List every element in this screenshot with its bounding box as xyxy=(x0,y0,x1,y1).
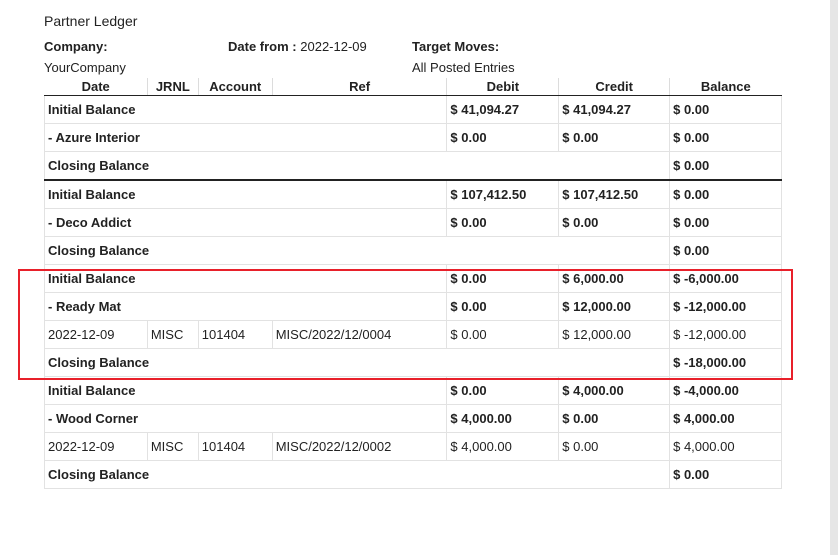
balance-cell: $ -4,000.00 xyxy=(669,376,782,405)
line-account: 101404 xyxy=(197,320,273,349)
closing-balance-row: Closing Balance $ 0.00 xyxy=(43,236,782,265)
line-balance: $ -12,000.00 xyxy=(669,320,782,349)
line-balance: $ 4,000.00 xyxy=(669,432,782,461)
credit-cell: $ 6,000.00 xyxy=(558,264,671,293)
date-from-value: 2022-12-09 xyxy=(300,39,367,54)
line-date: 2022-12-09 xyxy=(44,320,148,349)
debit-cell: $ 0.00 xyxy=(446,208,560,237)
debit-cell: $ 0.00 xyxy=(446,123,560,152)
balance-cell: $ 0.00 xyxy=(669,151,782,181)
initial-balance-row: Initial Balance $ 0.00 $ 4,000.00 $ -4,0… xyxy=(43,376,782,405)
partner-name: - Deco Addict xyxy=(43,208,448,237)
partner-row: - Azure Interior $ 0.00 $ 0.00 $ 0.00 xyxy=(43,123,782,152)
closing-balance-label: Closing Balance xyxy=(43,348,671,377)
initial-balance-label: Initial Balance xyxy=(43,376,448,405)
debit-cell: $ 0.00 xyxy=(446,264,560,293)
balance-cell: $ 0.00 xyxy=(669,123,782,152)
line-account: 101404 xyxy=(197,432,273,461)
balance-cell: $ -12,000.00 xyxy=(669,292,782,321)
column-header-debit: Debit xyxy=(446,78,559,96)
balance-cell: $ 0.00 xyxy=(669,179,782,209)
balance-cell: $ -6,000.00 xyxy=(669,264,782,293)
credit-cell: $ 0.00 xyxy=(558,123,671,152)
closing-balance-row: Closing Balance $ 0.00 xyxy=(43,151,782,181)
date-from: Date from : 2022-12-09 xyxy=(228,39,367,54)
debit-cell: $ 0.00 xyxy=(446,376,560,405)
line-ref: MISC/2022/12/0004 xyxy=(271,320,448,349)
date-from-label: Date from : xyxy=(228,39,297,54)
credit-cell: $ 41,094.27 xyxy=(558,95,671,124)
debit-cell: $ 0.00 xyxy=(446,292,560,321)
closing-balance-row: Closing Balance $ -18,000.00 xyxy=(43,348,782,377)
table-header-row: Date JRNL Account Ref Debit Credit Balan… xyxy=(44,78,782,96)
company-label: Company: xyxy=(44,39,108,54)
initial-balance-row: Initial Balance $ 0.00 $ 6,000.00 $ -6,0… xyxy=(43,264,782,293)
partner-row: - Deco Addict $ 0.00 $ 0.00 $ 0.00 xyxy=(43,208,782,237)
initial-balance-label: Initial Balance xyxy=(43,264,448,293)
line-date: 2022-12-09 xyxy=(44,432,148,461)
partner-ledger-table: Date JRNL Account Ref Debit Credit Balan… xyxy=(43,78,782,489)
scrollbar-track[interactable] xyxy=(830,0,838,555)
initial-balance-row: Initial Balance $ 41,094.27 $ 41,094.27 … xyxy=(43,95,782,124)
line-debit: $ 4,000.00 xyxy=(446,432,560,461)
report-page: Partner Ledger Company: YourCompany Date… xyxy=(0,0,826,555)
closing-balance-label: Closing Balance xyxy=(43,236,671,265)
line-credit: $ 12,000.00 xyxy=(558,320,671,349)
line-debit: $ 0.00 xyxy=(446,320,560,349)
credit-cell: $ 0.00 xyxy=(558,404,671,433)
initial-balance-label: Initial Balance xyxy=(43,95,448,124)
credit-cell: $ 107,412.50 xyxy=(558,179,671,209)
closing-balance-label: Closing Balance xyxy=(43,151,671,181)
company-value: YourCompany xyxy=(44,60,126,75)
credit-cell: $ 0.00 xyxy=(558,208,671,237)
balance-cell: $ -18,000.00 xyxy=(669,348,782,377)
partner-row: - Wood Corner $ 4,000.00 $ 0.00 $ 4,000.… xyxy=(43,404,782,433)
line-journal: MISC xyxy=(146,320,199,349)
credit-cell: $ 12,000.00 xyxy=(558,292,671,321)
balance-cell: $ 0.00 xyxy=(669,95,782,124)
target-moves-value: All Posted Entries xyxy=(412,60,515,75)
credit-cell: $ 4,000.00 xyxy=(558,376,671,405)
partner-name: - Azure Interior xyxy=(43,123,448,152)
move-line-row: 2022-12-09 MISC 101404 MISC/2022/12/0002… xyxy=(44,432,782,461)
column-header-jrnl: JRNL xyxy=(146,78,199,96)
column-header-credit: Credit xyxy=(558,78,670,96)
balance-cell: $ 0.00 xyxy=(669,460,782,489)
report-title: Partner Ledger xyxy=(44,13,138,29)
target-moves-label: Target Moves: xyxy=(412,39,500,54)
partner-name: - Wood Corner xyxy=(43,404,448,433)
initial-balance-label: Initial Balance xyxy=(43,179,448,209)
debit-cell: $ 4,000.00 xyxy=(446,404,560,433)
balance-cell: $ 0.00 xyxy=(669,236,782,265)
partner-name: - Ready Mat xyxy=(43,292,448,321)
move-line-row: 2022-12-09 MISC 101404 MISC/2022/12/0004… xyxy=(44,320,782,349)
column-header-balance: Balance xyxy=(669,78,782,96)
balance-cell: $ 4,000.00 xyxy=(669,404,782,433)
column-header-date: Date xyxy=(44,78,148,96)
partner-row: - Ready Mat $ 0.00 $ 12,000.00 $ -12,000… xyxy=(43,292,782,321)
line-ref: MISC/2022/12/0002 xyxy=(271,432,448,461)
debit-cell: $ 107,412.50 xyxy=(446,179,560,209)
balance-cell: $ 0.00 xyxy=(669,208,782,237)
line-journal: MISC xyxy=(146,432,199,461)
column-header-account: Account xyxy=(197,78,273,96)
column-header-ref: Ref xyxy=(271,78,447,96)
closing-balance-row: Closing Balance $ 0.00 xyxy=(43,460,782,489)
line-credit: $ 0.00 xyxy=(558,432,671,461)
initial-balance-row: Initial Balance $ 107,412.50 $ 107,412.5… xyxy=(43,179,782,209)
closing-balance-label: Closing Balance xyxy=(43,460,671,489)
debit-cell: $ 41,094.27 xyxy=(446,95,560,124)
